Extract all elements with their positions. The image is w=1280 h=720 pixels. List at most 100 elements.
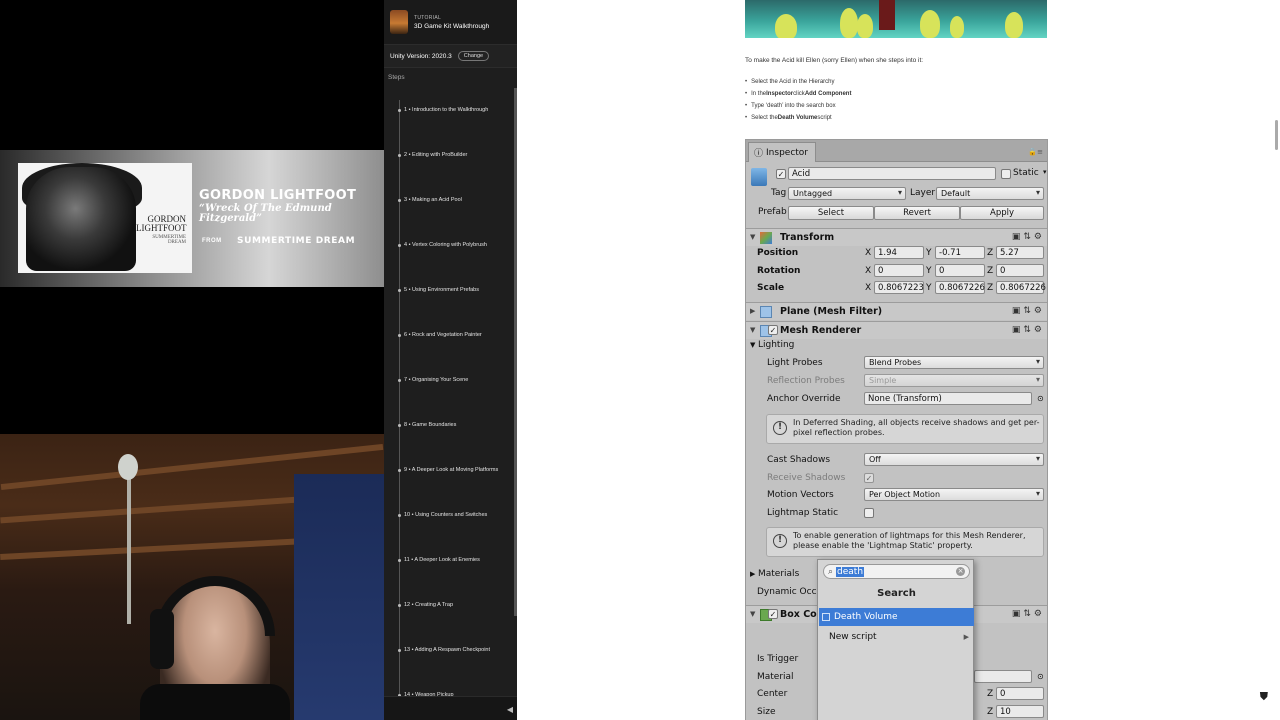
component-search-input[interactable]: ⌕ death × (823, 564, 970, 579)
expand-triangle-icon[interactable]: ▶ (750, 307, 755, 315)
tutorial-thumbnail (390, 10, 408, 34)
rotation-x-axis-label[interactable]: X (865, 266, 871, 276)
album-cover-portrait (26, 167, 136, 271)
cast-shadows-dropdown[interactable]: Off (864, 453, 1044, 466)
lamp (118, 454, 138, 480)
now-playing-album: SUMMERTIME DREAM (237, 236, 356, 246)
static-checkbox[interactable] (1001, 169, 1011, 179)
object-picker-icon[interactable]: ⊙ (1037, 394, 1044, 403)
step-item[interactable]: 13 • Adding A Respawn Checkpoint (398, 645, 490, 655)
collapse-sidebar-icon[interactable]: ◀ (507, 705, 513, 714)
box-collider-enabled-checkbox[interactable]: ✓ (768, 609, 778, 619)
expand-triangle-icon[interactable]: ▼ (750, 610, 755, 618)
material-field[interactable] (974, 670, 1032, 683)
component-tools-icon[interactable]: ▣⇅⚙ (1012, 609, 1045, 619)
step-item[interactable]: 1 • Introduction to the Walkthrough (398, 105, 488, 115)
tag-dropdown[interactable]: Untagged (788, 187, 906, 200)
scale-z-axis-label[interactable]: Z (987, 283, 993, 293)
scale-y-field[interactable]: 0.8067226 (935, 281, 985, 294)
prefab-apply-button[interactable]: Apply (960, 206, 1044, 220)
step-item[interactable]: 5 • Using Environment Prefabs (398, 285, 479, 295)
materials-foldout-icon[interactable]: ▶ (750, 570, 755, 578)
lightmap-static-checkbox[interactable] (864, 508, 874, 518)
static-dropdown-icon[interactable]: ▾ (1043, 168, 1047, 176)
position-y-field[interactable]: -0.71 (935, 246, 985, 259)
component-tools-icon[interactable]: ▣⇅⚙ (1012, 232, 1045, 242)
instruction-item: Select the Acid in the Hierarchy (745, 76, 851, 88)
step-item[interactable]: 7 • Organising Your Scene (398, 375, 468, 385)
blue-banner (294, 474, 384, 720)
rotation-y-axis-label[interactable]: Y (926, 266, 932, 276)
position-x-axis-label[interactable]: X (865, 248, 871, 258)
now-playing-artist: GORDON LIGHTFOOT (199, 188, 357, 203)
transform-section[interactable]: ▼ Transform ▣⇅⚙ (746, 228, 1047, 246)
position-z-field[interactable]: 5.27 (996, 246, 1044, 259)
prefab-select-button[interactable]: Select (788, 206, 874, 220)
position-y-axis-label[interactable]: Y (926, 248, 932, 258)
object-picker-icon[interactable]: ⊙ (1037, 672, 1044, 681)
step-item[interactable]: 4 • Vertex Coloring with Polybrush (398, 240, 487, 250)
layer-dropdown[interactable]: Default (936, 187, 1044, 200)
step-item[interactable]: 11 • A Deeper Look at Enemies (398, 555, 480, 565)
step-dot-icon (398, 378, 401, 382)
position-x-field[interactable]: 1.94 (874, 246, 924, 259)
rotation-z-field[interactable]: 0 (996, 264, 1044, 277)
position-z-axis-label[interactable]: Z (987, 248, 993, 258)
object-name-field[interactable]: Acid (788, 167, 996, 180)
receive-shadows-label: Receive Shadows (767, 473, 846, 483)
rotation-z-axis-label[interactable]: Z (987, 266, 993, 276)
instruction-item: Select the Death Volume script (745, 112, 851, 124)
step-item[interactable]: 10 • Using Counters and Switches (398, 510, 487, 520)
help-text: To enable generation of lightmaps for th… (793, 531, 1026, 550)
step-label: 9 • A Deeper Look at Moving Platforms (404, 467, 499, 473)
step-item[interactable]: 12 • Creating A Trap (398, 600, 453, 610)
page-scrollbar[interactable] (1275, 120, 1278, 150)
expand-triangle-icon[interactable]: ▼ (750, 233, 755, 241)
component-tools-icon[interactable]: ▣⇅⚙ (1012, 306, 1045, 316)
material-label: Material (757, 672, 794, 682)
step-item[interactable]: 2 • Editing with ProBuilder (398, 150, 467, 160)
step-item[interactable]: 6 • Rock and Vegetation Painter (398, 330, 482, 340)
step-item[interactable]: 3 • Making an Acid Pool (398, 195, 462, 205)
motion-vectors-label: Motion Vectors (767, 490, 834, 500)
tutorial-header[interactable]: TUTORIAL 3D Game Kit Walkthrough (384, 0, 517, 44)
center-z-field[interactable]: 0 (996, 687, 1044, 700)
size-z-field[interactable]: 10 (996, 705, 1044, 718)
scale-x-field[interactable]: 0.8067223 (874, 281, 924, 294)
active-checkbox[interactable]: ✓ (776, 169, 786, 179)
scale-y-axis-label[interactable]: Y (926, 283, 932, 293)
inspector-tab[interactable]: ⓘ Inspector (748, 142, 816, 162)
rotation-y-field[interactable]: 0 (935, 264, 985, 277)
album-cover-subtitle: SUMMERTIME DREAM (152, 235, 186, 245)
step-dot-icon (398, 513, 401, 517)
mesh-filter-section[interactable]: ▶ Plane (Mesh Filter) ▣⇅⚙ (746, 302, 1047, 320)
shield-icon[interactable]: ⛊ (1260, 691, 1268, 704)
clear-search-icon[interactable]: × (956, 567, 965, 576)
acid-blob (857, 14, 873, 38)
step-item[interactable]: 9 • A Deeper Look at Moving Platforms (398, 465, 498, 475)
mesh-renderer-enabled-checkbox[interactable]: ✓ (768, 325, 778, 335)
prefab-revert-button[interactable]: Revert (874, 206, 960, 220)
step-dot-icon (398, 153, 401, 157)
instruction-text: In the (751, 91, 767, 97)
motion-vectors-dropdown[interactable]: Per Object Motion (864, 488, 1044, 501)
anchor-override-field[interactable]: None (Transform) (864, 392, 1032, 405)
lighting-foldout-icon[interactable]: ▼ (750, 341, 755, 349)
scale-label: Scale (757, 283, 785, 293)
tutorial-category: TUTORIAL (414, 14, 442, 21)
mesh-renderer-section[interactable]: ▼ ✓ Mesh Renderer ▣⇅⚙ (746, 321, 1047, 339)
light-probes-dropdown[interactable]: Blend Probes (864, 356, 1044, 369)
component-option-death-volume[interactable]: Death Volume (819, 608, 974, 626)
webcam-feed (0, 434, 384, 720)
prefab-label: Prefab (758, 207, 787, 217)
scale-x-axis-label[interactable]: X (865, 283, 871, 293)
component-option-new-script[interactable]: New script ▶ (819, 628, 974, 646)
scale-z-field[interactable]: 0.8067226 (996, 281, 1046, 294)
change-version-button[interactable]: Change (457, 51, 490, 61)
expand-triangle-icon[interactable]: ▼ (750, 326, 755, 334)
step-label: 2 • Editing with ProBuilder (404, 152, 468, 158)
lock-icon[interactable]: 🔒≡ (1028, 148, 1043, 156)
step-item[interactable]: 8 • Game Boundaries (398, 420, 456, 430)
rotation-x-field[interactable]: 0 (874, 264, 924, 277)
component-tools-icon[interactable]: ▣⇅⚙ (1012, 325, 1045, 335)
